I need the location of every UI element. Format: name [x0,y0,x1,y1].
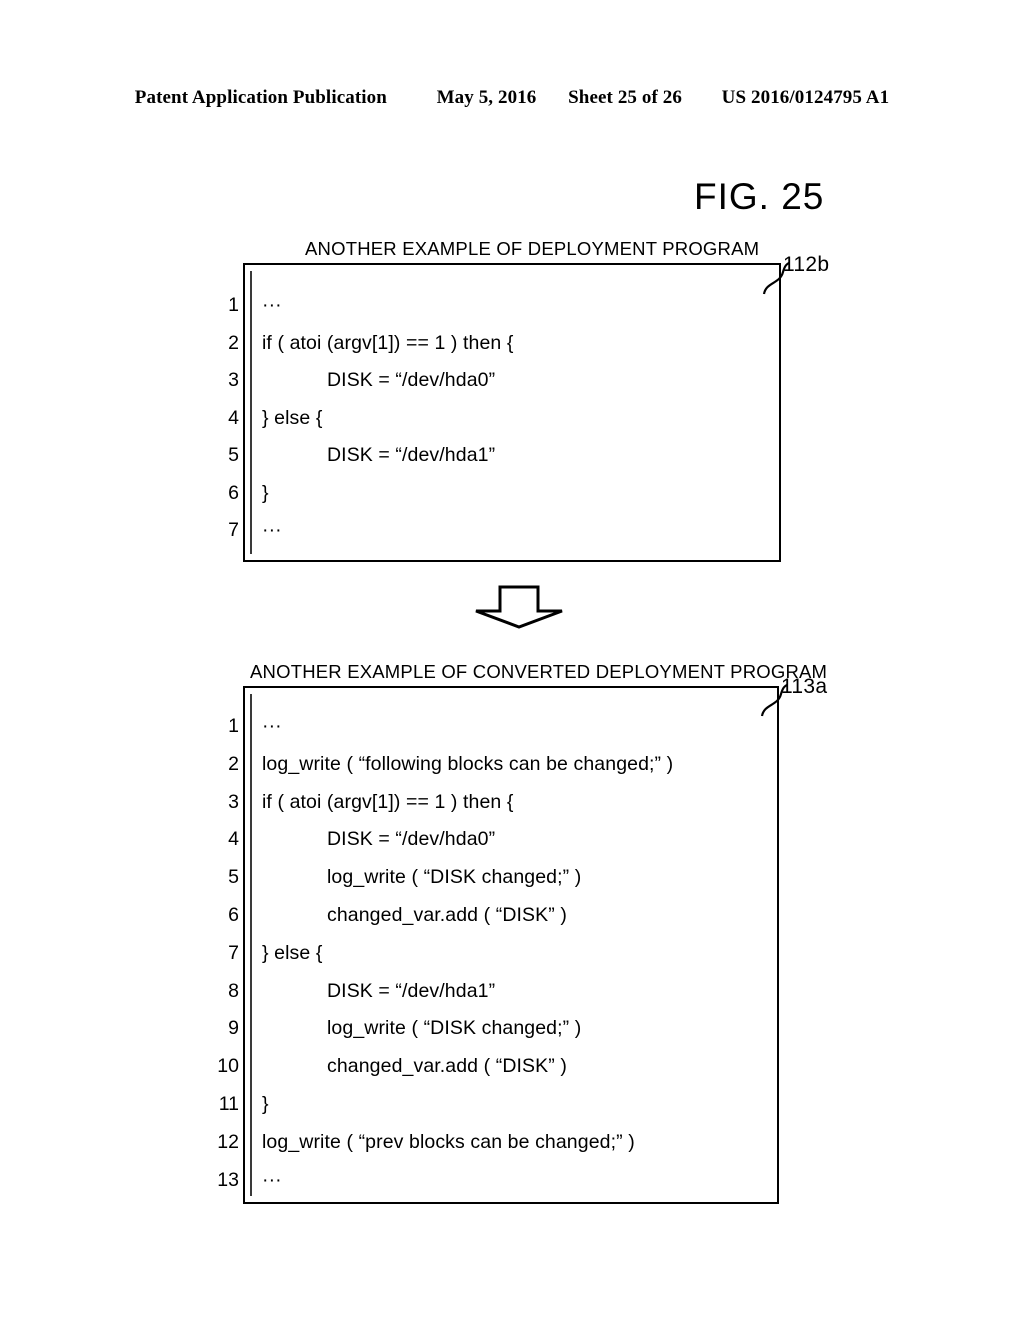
code-line: 6 changed_var.add ( “DISK” ) [228,897,777,935]
line-number: 5 [228,866,239,889]
line-code-text: DISK = “/dev/hda0” [327,369,496,391]
code-listing-1: 1 ··· 2 if ( atoi (argv[1]) == 1 ) then { 3 D… [228,287,779,550]
code-line: 1 ··· [228,287,779,325]
line-number: 2 [228,752,239,775]
leader-line-113a [760,684,788,717]
line-code-text: if ( atoi (argv[1]) == 1 ) then { [262,331,514,354]
code-line: 7 } else { [228,935,777,973]
line-number: 6 [228,903,239,926]
line-number: 12 [217,1130,239,1153]
code-line: 10 changed_var.add ( “DISK” ) [217,1048,777,1086]
line-number: 5 [228,444,239,466]
deployment-program-box: 1 ··· 2 if ( atoi (argv[1]) == 1 ) then { 3 D… [228,263,781,562]
leader-line-112b [762,262,790,295]
line-number: 6 [228,481,239,504]
line-code-text: ··· [262,519,282,541]
figure-title: FIG. 25 [694,176,825,217]
line-number: 2 [228,331,239,354]
line-number: 7 [228,941,239,964]
line-code-text: } [262,481,269,504]
code-line: 6} [228,475,779,513]
line-code-text: changed_var.add ( “DISK” ) [327,903,567,926]
code-line: 5 DISK = “/dev/hda1” [228,437,779,475]
code-line: 5 log_write ( “DISK changed;” ) [228,859,777,897]
converted-deployment-program-box: 1 ··· 2 log_write ( “following blocks can b… [217,686,779,1204]
code-listing-2: 1 ··· 2 log_write ( “following blocks can b… [217,708,777,1200]
line-code-text: log_write ( “prev blocks can be changed;… [262,1130,635,1153]
page-header: Patent Application Publication May 5, 20… [0,87,1024,109]
line-code-text: if ( atoi (argv[1]) == 1 ) then { [262,790,514,813]
line-code-text: ··· [262,294,282,316]
code-line: 4 DISK = “/dev/hda0” [228,821,777,859]
line-number: 13 [217,1168,239,1191]
line-number: 10 [217,1055,239,1078]
line-number: 11 [218,1092,239,1115]
line-number: 3 [228,369,239,391]
line-code-text: log_write ( “DISK changed;” ) [327,1017,582,1040]
code-line: 4 } else { [228,400,779,438]
line-code-text: log_write ( “following blocks can be cha… [262,752,674,775]
block-1-caption: ANOTHER EXAMPLE OF DEPLOYMENT PROGRAM [305,238,760,259]
line-number: 8 [228,979,239,1002]
line-code-text: ··· [262,715,282,737]
code-line: 7 ··· [228,512,779,550]
header-sheet: Sheet 25 of 26 [568,87,682,108]
line-number: 1 [228,715,239,737]
line-code-text: } else { [262,941,323,964]
line-number: 4 [228,828,239,851]
line-number: 9 [228,1017,239,1040]
line-number: 7 [228,519,239,541]
code-line: 12 log_write ( “prev blocks can be change… [217,1124,777,1162]
code-line: 9 log_write ( “DISK changed;” ) [228,1010,777,1048]
code-line: 1 ··· [228,708,777,746]
line-number: 1 [228,294,239,316]
line-code-text: changed_var.add ( “DISK” ) [327,1055,567,1078]
code-line: 3 DISK = “/dev/hda0” [228,362,779,400]
code-line: 8 DISK = “/dev/hda1” [228,973,777,1011]
down-arrow-icon [475,585,563,629]
line-code-text: DISK = “/dev/hda0” [327,828,496,851]
code-line: 13 ··· [217,1162,777,1200]
block-2-caption: ANOTHER EXAMPLE OF CONVERTED DEPLOYMENT … [250,661,828,682]
line-number: 3 [228,790,239,813]
line-number: 4 [228,406,239,429]
line-code-text: } [262,1092,269,1115]
line-code-text: } else { [262,406,323,429]
line-code-text: DISK = “/dev/hda1” [327,979,496,1002]
header-publication: Patent Application Publication [134,87,387,108]
code-line: 2 log_write ( “following blocks can be ch… [228,746,777,784]
code-line: 11} [219,1086,777,1124]
line-code-text: DISK = “/dev/hda1” [327,444,496,466]
header-date: May 5, 2016 [436,87,537,108]
line-code-text: log_write ( “DISK changed;” ) [327,866,582,889]
code-line: 2 if ( atoi (argv[1]) == 1 ) then { [228,325,779,363]
header-patent-number: US 2016/0124795 A1 [721,87,890,108]
code-line: 3 if ( atoi (argv[1]) == 1 ) then { [228,784,777,822]
line-code-text: ··· [262,1168,282,1191]
